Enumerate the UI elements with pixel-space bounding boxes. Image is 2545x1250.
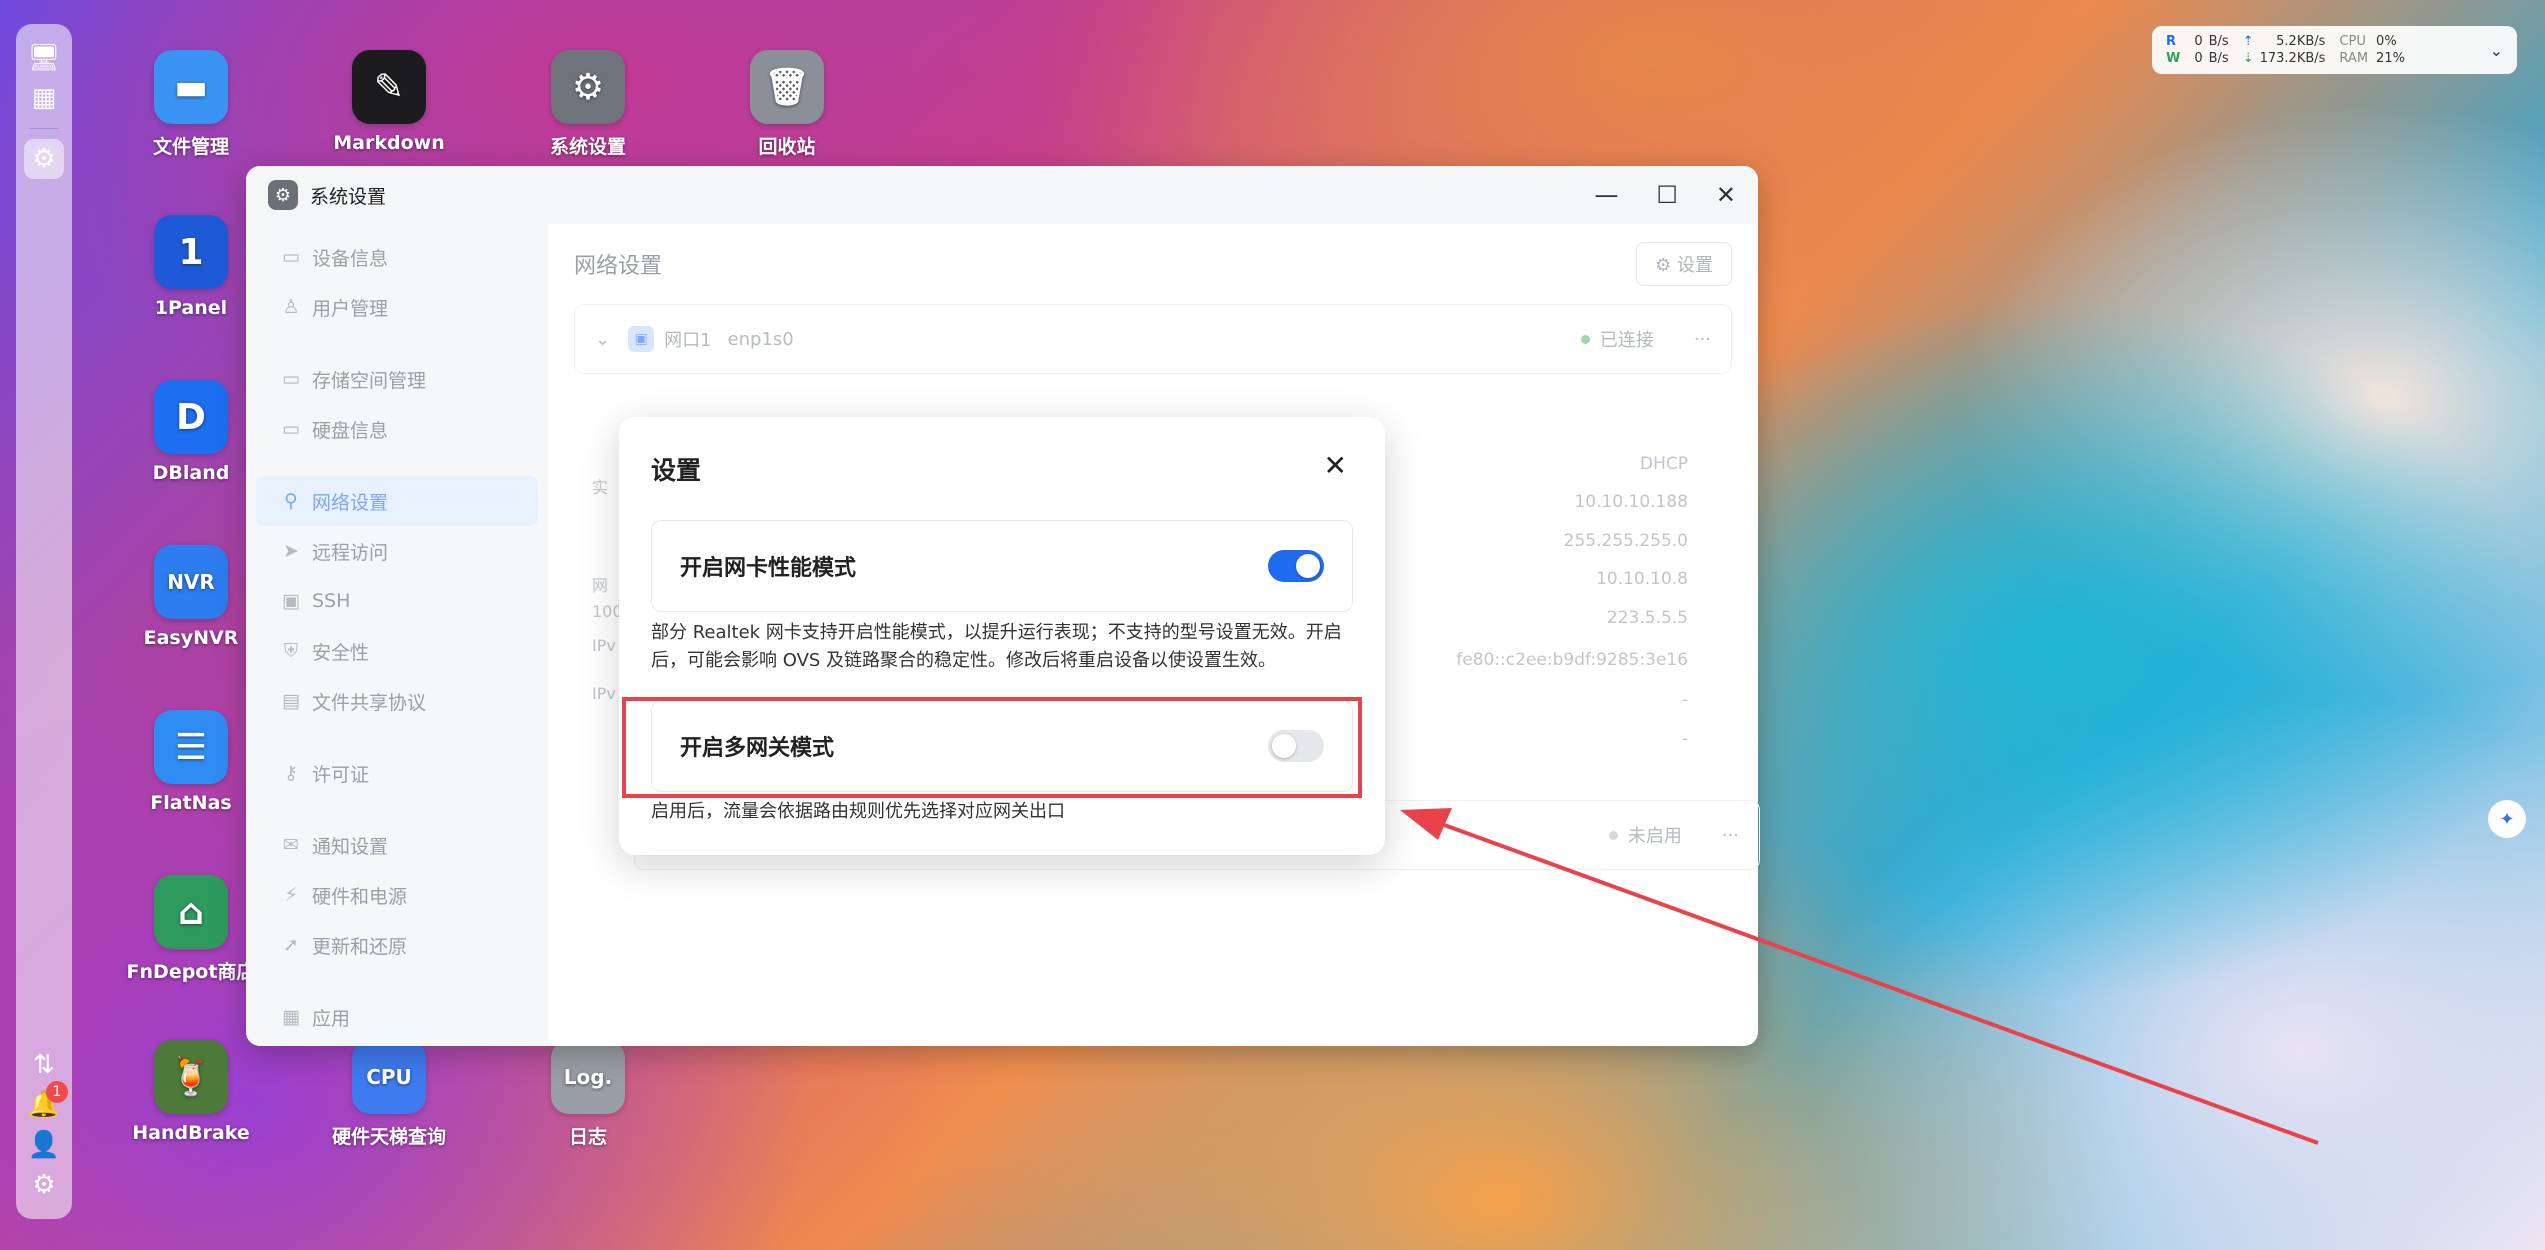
annotation-arrow: [1400, 808, 2319, 1145]
floating-assistant-icon[interactable]: ✦: [2488, 800, 2526, 838]
